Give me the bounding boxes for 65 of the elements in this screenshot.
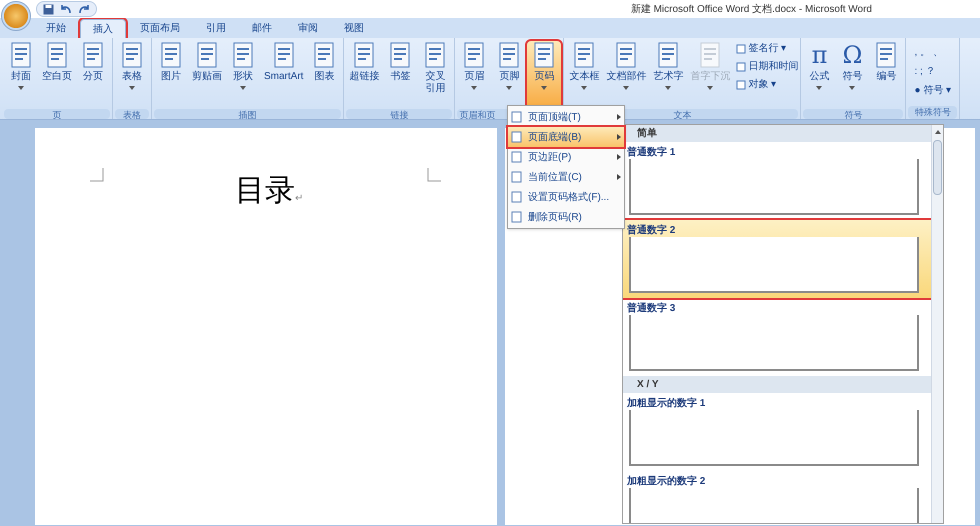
small-page-icon <box>736 44 746 54</box>
gallery-item[interactable]: 普通数字 3 <box>623 298 931 376</box>
corner-mark-icon <box>427 168 441 182</box>
undo-icon[interactable] <box>60 4 72 14</box>
symbol-button[interactable]: ● 符号 ▾ <box>914 83 952 98</box>
group-label: 页 <box>4 109 110 119</box>
office-button[interactable] <box>1 1 31 31</box>
ribbon-tab[interactable]: 插入 <box>80 19 126 38</box>
group-label: 链接 <box>346 109 452 119</box>
ribbon-button[interactable]: 表格 <box>115 41 149 109</box>
paragraph-mark: ↵ <box>295 192 303 206</box>
redo-icon[interactable] <box>78 4 90 14</box>
ribbon-tab[interactable]: 视图 <box>332 19 376 38</box>
ribbon-button[interactable]: 书签 <box>383 41 418 109</box>
ribbon-button[interactable]: 分页 <box>76 41 110 109</box>
small-page-icon <box>736 62 746 72</box>
ribbon-button[interactable]: 图片 <box>154 41 188 109</box>
ribbon-button[interactable]: π 公式 <box>803 41 836 109</box>
symbol-row[interactable]: : ; ？ <box>914 64 952 79</box>
scroll-up-icon[interactable] <box>934 128 942 136</box>
ribbon-button[interactable]: 交叉 引用 <box>418 41 452 109</box>
small-ribbon-button[interactable]: 签名行 ▾ <box>736 41 798 56</box>
menu-item[interactable]: 页面底端(B) <box>508 127 624 147</box>
menu-item[interactable]: 删除页码(R) <box>508 207 624 227</box>
ribbon-button[interactable]: SmartArt <box>261 41 306 109</box>
ribbon-tab[interactable]: 页面布局 <box>128 19 192 38</box>
ribbon-button[interactable]: 图表 <box>307 41 342 109</box>
group-label: 特殊符号 <box>908 106 958 119</box>
gallery-item[interactable]: 普通数字 1 <box>623 142 931 220</box>
gallery-item[interactable]: 普通数字 2 <box>623 220 931 298</box>
group-label: 表格 <box>115 109 149 119</box>
gallery-section-header: 简单 <box>623 125 931 142</box>
ribbon-button[interactable]: 空白页 <box>39 41 75 109</box>
ribbon-button[interactable]: Ω 符号 <box>836 41 868 109</box>
gallery-section-header: X / Y <box>623 376 931 393</box>
scroll-thumb[interactable] <box>933 140 942 195</box>
ribbon-button[interactable]: 超链接 <box>346 41 382 109</box>
document-heading: 目录 <box>235 176 295 206</box>
ribbon-button[interactable]: 形状 <box>226 41 260 109</box>
ribbon-tab[interactable]: 引用 <box>194 19 238 38</box>
small-ribbon-button[interactable]: 对象 ▾ <box>736 77 798 92</box>
ribbon-button[interactable]: 封面 <box>4 41 38 109</box>
symbol-glyph: Ω <box>842 41 862 69</box>
ribbon-button[interactable]: 剪贴画 <box>189 41 225 109</box>
gallery-item[interactable]: 加粗显示的数字 1 <box>623 393 931 471</box>
menu-item[interactable]: 当前位置(C) <box>508 167 624 187</box>
ribbon-button[interactable]: 编号 <box>869 41 904 109</box>
scrollbar[interactable] <box>931 125 943 523</box>
gallery-item[interactable]: 加粗显示的数字 2 <box>623 471 931 523</box>
ribbon-tab[interactable]: 开始 <box>34 19 78 38</box>
menu-item[interactable]: 页边距(P) <box>508 147 624 167</box>
menu-item[interactable]: 设置页码格式(F)... <box>508 187 624 207</box>
corner-mark-icon <box>90 168 104 182</box>
group-label: 符号 <box>803 109 904 119</box>
small-ribbon-button[interactable]: 日期和时间 <box>736 59 798 74</box>
ribbon-button[interactable]: 艺术字 <box>650 41 686 109</box>
symbol-glyph: π <box>812 41 828 69</box>
ribbon-button[interactable]: 页眉 <box>457 41 492 109</box>
ribbon-tab[interactable]: 邮件 <box>240 19 284 38</box>
small-page-icon <box>736 80 746 90</box>
symbol-row[interactable]: , 。 、 <box>914 45 952 60</box>
window-title: 新建 Microsoft Office Word 文档.docx - Microsoft Word <box>630 2 872 16</box>
ribbon-tab[interactable]: 审阅 <box>286 19 330 38</box>
save-icon[interactable] <box>43 4 54 14</box>
group-label: 插图 <box>154 109 342 119</box>
